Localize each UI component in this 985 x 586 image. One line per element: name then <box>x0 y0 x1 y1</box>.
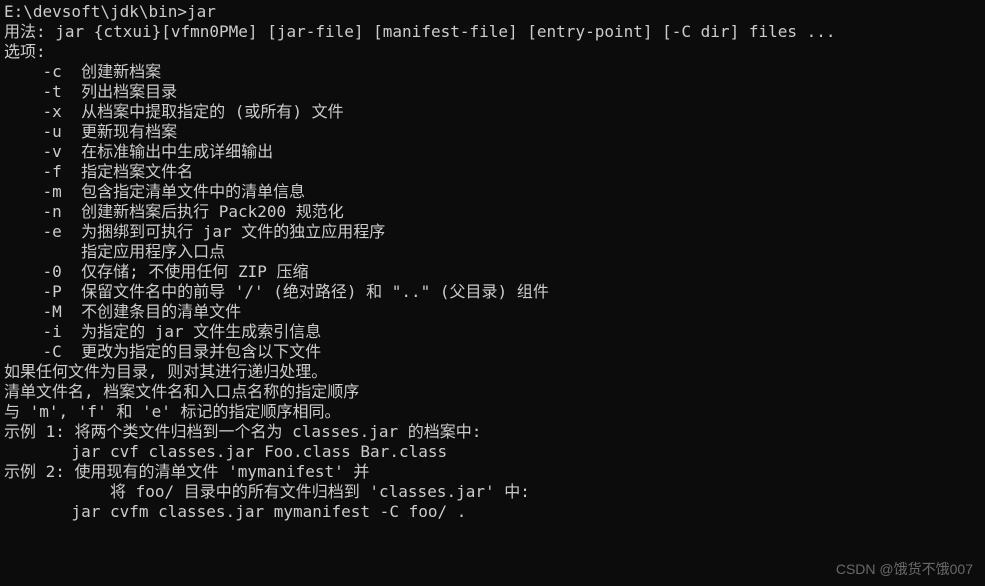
option-i: -i 为指定的 jar 文件生成索引信息 <box>4 322 981 342</box>
option-e-line2: 指定应用程序入口点 <box>4 242 981 262</box>
terminal-output: E:\devsoft\jdk\bin>jar 用法: jar {ctxui}[v… <box>4 2 981 522</box>
option-M: -M 不创建条目的清单文件 <box>4 302 981 322</box>
watermark: CSDN @饿货不饿007 <box>836 561 973 579</box>
example-2-cont: 将 foo/ 目录中的所有文件归档到 'classes.jar' 中: <box>4 482 981 502</box>
example-2-cmd: jar cvfm classes.jar mymanifest -C foo/ … <box>4 502 981 522</box>
note-line-2: 清单文件名, 档案文件名和入口点名称的指定顺序 <box>4 382 981 402</box>
option-m: -m 包含指定清单文件中的清单信息 <box>4 182 981 202</box>
options-header: 选项: <box>4 42 981 62</box>
option-C: -C 更改为指定的目录并包含以下文件 <box>4 342 981 362</box>
option-c: -c 创建新档案 <box>4 62 981 82</box>
note-line-3: 与 'm', 'f' 和 'e' 标记的指定顺序相同。 <box>4 402 981 422</box>
note-line-1: 如果任何文件为目录, 则对其进行递归处理。 <box>4 362 981 382</box>
example-2-desc: 示例 2: 使用现有的清单文件 'mymanifest' 并 <box>4 462 981 482</box>
option-u: -u 更新现有档案 <box>4 122 981 142</box>
option-e-line1: -e 为捆绑到可执行 jar 文件的独立应用程序 <box>4 222 981 242</box>
option-x: -x 从档案中提取指定的 (或所有) 文件 <box>4 102 981 122</box>
prompt-line[interactable]: E:\devsoft\jdk\bin>jar <box>4 2 981 22</box>
option-f: -f 指定档案文件名 <box>4 162 981 182</box>
option-t: -t 列出档案目录 <box>4 82 981 102</box>
option-n: -n 创建新档案后执行 Pack200 规范化 <box>4 202 981 222</box>
usage-line: 用法: jar {ctxui}[vfmn0PMe] [jar-file] [ma… <box>4 22 981 42</box>
example-1-desc: 示例 1: 将两个类文件归档到一个名为 classes.jar 的档案中: <box>4 422 981 442</box>
example-1-cmd: jar cvf classes.jar Foo.class Bar.class <box>4 442 981 462</box>
option-v: -v 在标准输出中生成详细输出 <box>4 142 981 162</box>
option-0: -0 仅存储; 不使用任何 ZIP 压缩 <box>4 262 981 282</box>
option-P: -P 保留文件名中的前导 '/' (绝对路径) 和 ".." (父目录) 组件 <box>4 282 981 302</box>
